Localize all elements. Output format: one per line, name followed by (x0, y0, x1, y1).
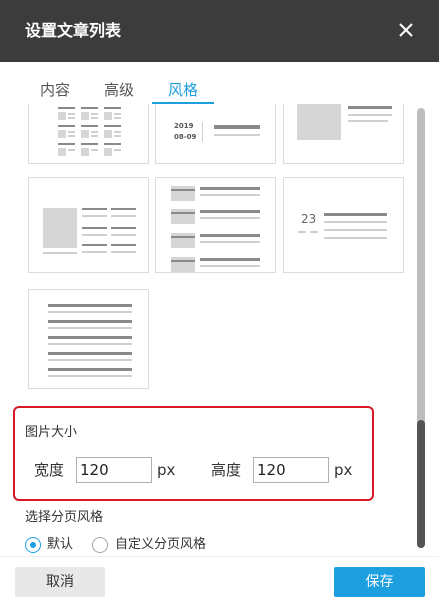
style-thumbnail-day-number[interactable]: 23 (283, 177, 404, 273)
style-thumbnail-newspaper-grid[interactable] (28, 104, 149, 164)
image-width-input[interactable] (76, 457, 152, 483)
tab-bar: 内容 高级 风格 (0, 62, 439, 104)
article-list-settings-dialog: 设置文章列表 内容 高级 风格 2019 08-09 23 图片大小 宽度 12… (0, 0, 439, 609)
style-thumbnail-text-list[interactable] (28, 289, 149, 389)
width-unit: px (157, 461, 176, 479)
pagination-custom-label[interactable]: 自定义分页风格 (115, 536, 206, 554)
tab-advanced[interactable]: 高级 (104, 80, 134, 100)
cancel-button[interactable]: 取消 (15, 567, 105, 597)
thumbnail-date-monthday: 08-09 (174, 133, 197, 141)
close-button[interactable] (392, 16, 420, 44)
thumbnail-date-year: 2019 (174, 122, 194, 130)
style-thumbnail-image-left[interactable] (283, 104, 404, 164)
dialog-title: 设置文章列表 (25, 21, 122, 40)
tab-style[interactable]: 风格 (168, 80, 198, 100)
width-label: 宽度 (34, 461, 65, 479)
pagination-default-label[interactable]: 默认 (47, 536, 73, 554)
pagination-default-radio[interactable] (25, 537, 41, 553)
save-button[interactable]: 保存 (334, 567, 425, 597)
height-unit: px (334, 461, 353, 479)
image-size-highlight-box (13, 406, 374, 501)
dialog-titlebar: 设置文章列表 (0, 0, 439, 62)
style-thumbnail-thumb-list[interactable] (155, 177, 276, 273)
thumbnail-day-number: 23 (301, 212, 317, 226)
scrollbar-thumb[interactable] (417, 108, 425, 548)
height-label: 高度 (211, 461, 242, 479)
style-panel: 2019 08-09 23 图片大小 宽度 120 px 高度 120 px 选… (0, 104, 413, 556)
dialog-footer: 取消 保存 (0, 556, 439, 609)
pagination-custom-radio[interactable] (92, 537, 108, 553)
close-icon (399, 23, 413, 37)
tab-content[interactable]: 内容 (40, 80, 70, 100)
image-height-input[interactable] (253, 457, 329, 483)
image-size-title: 图片大小 (25, 425, 78, 440)
style-thumbnail-date-list[interactable]: 2019 08-09 (155, 104, 276, 164)
style-thumbnail-image-grid[interactable] (28, 177, 149, 273)
pagination-style-title: 选择分页风格 (25, 510, 104, 525)
